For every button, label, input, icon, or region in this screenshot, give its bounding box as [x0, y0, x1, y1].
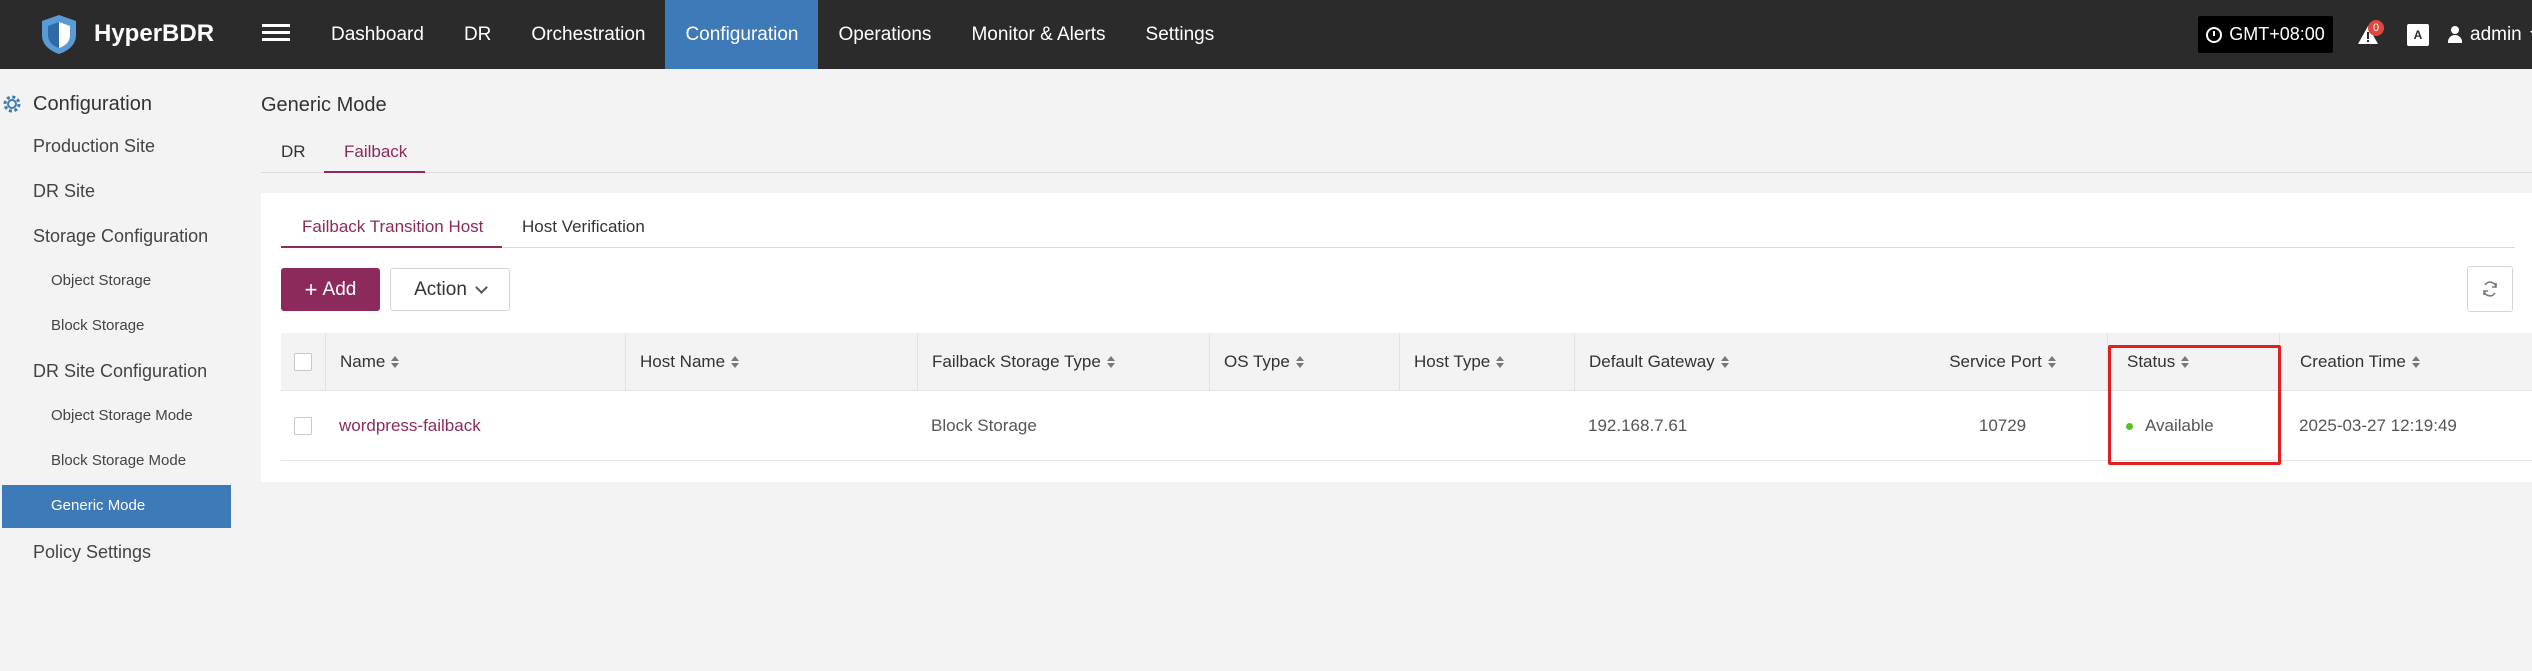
col-creation-time-label: Creation Time [2300, 352, 2406, 371]
active-tab-indicator [324, 171, 425, 173]
sort-icon [2411, 356, 2420, 368]
top-navigation-bar: HyperBDR Dashboard DR Orchestration Conf… [0, 0, 2532, 69]
col-host-type[interactable]: Host Type [1399, 333, 1574, 391]
sidebar-item-block-storage-mode[interactable]: Block Storage Mode [51, 452, 186, 469]
sidebar-item-dr-site[interactable]: DR Site [33, 181, 95, 202]
status-highlight-box [2108, 345, 2281, 465]
sidebar-item-generic-mode-label: Generic Mode [51, 497, 146, 514]
nav-configuration[interactable]: Configuration [665, 0, 819, 69]
col-service-port[interactable]: Service Port [1898, 333, 2107, 391]
sort-icon [731, 356, 740, 368]
language-icon[interactable]: A [2407, 24, 2429, 46]
col-host-name[interactable]: Host Name [625, 333, 917, 391]
sidebar: Configuration Production Site DR Site St… [0, 69, 240, 671]
sort-icon [2047, 356, 2056, 368]
sidebar-item-storage-configuration[interactable]: Storage Configuration [33, 226, 208, 247]
row-storage-type: Block Storage [931, 416, 1037, 435]
chevron-down-icon [475, 280, 488, 294]
nav-orchestration[interactable]: Orchestration [511, 0, 665, 69]
refresh-button[interactable] [2467, 266, 2513, 312]
col-os-type[interactable]: OS Type [1209, 333, 1399, 391]
sidebar-title-label: Configuration [33, 92, 152, 115]
row-select-cell [294, 391, 312, 461]
tab-host-verification[interactable]: Host Verification [522, 217, 645, 237]
add-button[interactable]: + Add [281, 268, 380, 311]
add-button-label: Add [322, 278, 357, 300]
col-default-gateway[interactable]: Default Gateway [1574, 333, 1898, 391]
col-creation-time[interactable]: Creation Time [2279, 333, 2532, 391]
row-checkbox[interactable] [294, 417, 312, 435]
col-default-gateway-label: Default Gateway [1589, 352, 1715, 371]
row-service-port: 10729 [1978, 416, 2027, 435]
sort-icon [1496, 356, 1505, 368]
plus-icon: + [304, 276, 318, 302]
shield-logo-icon [42, 15, 76, 54]
failback-subtabs: Failback Transition Host Host Verificati… [281, 193, 2515, 248]
tab-failback-transition-host[interactable]: Failback Transition Host [302, 217, 483, 237]
user-name: admin [2470, 23, 2522, 45]
brand-name: HyperBDR [94, 20, 215, 47]
row-creation-time: 2025-03-27 12:19:49 [2299, 416, 2457, 435]
select-all-cell [294, 333, 312, 391]
col-os-type-label: OS Type [1224, 352, 1290, 371]
timezone-label: GMT+08:00 [2229, 24, 2325, 44]
sidebar-item-block-storage[interactable]: Block Storage [51, 317, 144, 334]
nav-operations[interactable]: Operations [818, 0, 951, 69]
action-dropdown[interactable]: Action [390, 268, 510, 311]
col-service-port-label: Service Port [1949, 352, 2042, 371]
sort-icon [1106, 356, 1115, 368]
nav-monitor-alerts[interactable]: Monitor & Alerts [951, 0, 1125, 69]
col-failback-storage-type-label: Failback Storage Type [932, 352, 1101, 371]
select-all-checkbox[interactable] [294, 353, 312, 371]
col-failback-storage-type[interactable]: Failback Storage Type [917, 333, 1209, 391]
sidebar-item-production-site[interactable]: Production Site [33, 136, 155, 157]
user-menu[interactable]: admin [2448, 0, 2532, 69]
sidebar-item-object-storage[interactable]: Object Storage [51, 272, 151, 289]
col-host-name-label: Host Name [640, 352, 726, 371]
col-name[interactable]: Name [325, 333, 625, 391]
mode-tabs: DR Failback [261, 128, 2532, 173]
alert-count-badge: 0 [2368, 20, 2384, 36]
tab-failback[interactable]: Failback [344, 142, 407, 162]
tab-dr[interactable]: DR [281, 142, 306, 162]
sort-icon [391, 356, 400, 368]
action-button-label: Action [414, 278, 467, 300]
sidebar-item-generic-mode[interactable]: Generic Mode [2, 485, 231, 528]
col-name-label: Name [340, 352, 386, 371]
main-nav: Dashboard DR Orchestration Configuration… [311, 0, 1234, 69]
refresh-icon [2483, 281, 2497, 297]
nav-dr[interactable]: DR [444, 0, 511, 69]
row-gateway: 192.168.7.61 [1588, 416, 1688, 435]
row-name-link[interactable]: wordpress-failback [339, 391, 481, 461]
menu-toggle-icon[interactable] [262, 20, 290, 48]
col-host-type-label: Host Type [1414, 352, 1491, 371]
sidebar-title: Configuration [0, 89, 152, 119]
timezone-selector[interactable]: GMT+08:00 [2198, 16, 2333, 53]
nav-dashboard[interactable]: Dashboard [311, 0, 444, 69]
clock-icon [2206, 26, 2223, 43]
sort-icon [1295, 356, 1304, 368]
active-subtab-indicator [281, 246, 502, 248]
sidebar-item-policy-settings[interactable]: Policy Settings [33, 542, 151, 563]
sort-icon [1720, 356, 1729, 368]
page-title: Generic Mode [261, 94, 387, 116]
brand[interactable]: HyperBDR [36, 10, 214, 58]
gear-icon [3, 95, 21, 113]
user-icon [2448, 25, 2462, 44]
sidebar-item-dr-site-configuration[interactable]: DR Site Configuration [33, 361, 207, 382]
sidebar-item-object-storage-mode[interactable]: Object Storage Mode [51, 407, 193, 424]
nav-settings[interactable]: Settings [1126, 0, 1235, 69]
